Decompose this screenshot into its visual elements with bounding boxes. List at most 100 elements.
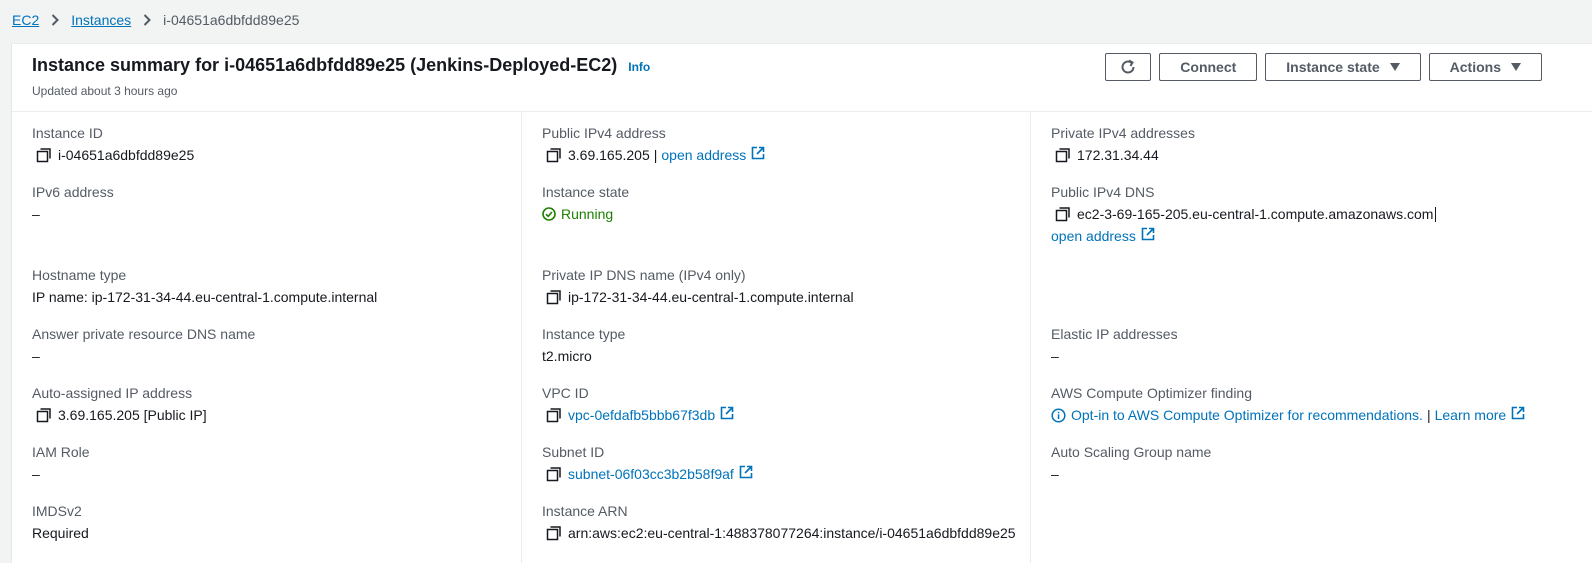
iam-role-value: – [32, 466, 40, 482]
copy-icon[interactable] [36, 407, 52, 423]
info-link[interactable]: Info [628, 60, 650, 74]
connect-button[interactable]: Connect [1159, 53, 1258, 81]
external-link-icon[interactable] [1511, 406, 1525, 424]
open-address-link[interactable]: open address [1051, 227, 1136, 245]
field-private-dns: Private IP DNS name (IPv4 only) ip-172-3… [542, 266, 854, 306]
field-subnet-id: Subnet ID subnet-06f03cc3b2b58f9af [542, 443, 753, 483]
public-ipv4-value: 3.69.165.205 [568, 147, 650, 163]
instance-id-value: i-04651a6dbfdd89e25 [58, 147, 195, 163]
auto-ip-value: 3.69.165.205 [Public IP] [58, 407, 207, 423]
page-title-text: Instance summary for i-04651a6dbfdd89e25… [32, 55, 618, 75]
ipv6-value: – [32, 206, 40, 222]
copy-icon[interactable] [1055, 206, 1071, 222]
public-dns-value: ec2-3-69-165-205.eu-central-1.compute.am… [1077, 206, 1434, 222]
field-auto-ip: Auto-assigned IP address 3.69.165.205 [P… [32, 384, 207, 424]
auto-scaling-group-value: – [1051, 466, 1059, 482]
external-link-icon[interactable] [739, 465, 753, 483]
details-grid: Instance ID i-04651a6dbfdd89e25 IPv6 add… [12, 112, 1592, 563]
open-address-link[interactable]: open address [661, 146, 746, 164]
field-label: Instance type [542, 326, 626, 342]
vpc-id-link[interactable]: vpc-0efdafb5bbb67f3db [568, 406, 715, 424]
text-cursor [1435, 206, 1437, 222]
compute-optimizer-optin-link[interactable]: Opt-in to AWS Compute Optimizer for reco… [1071, 406, 1423, 424]
external-link-icon[interactable] [1141, 227, 1155, 245]
private-dns-value: ip-172-31-34-44.eu-central-1.compute.int… [568, 289, 854, 305]
field-compute-optimizer: AWS Compute Optimizer finding Opt-in to … [1051, 384, 1525, 424]
breadcrumb: EC2 Instances i-04651a6dbfdd89e25 [0, 0, 1592, 40]
details-column-1: Instance ID i-04651a6dbfdd89e25 IPv6 add… [12, 112, 521, 563]
copy-icon[interactable] [1055, 147, 1071, 163]
field-hostname-type: Hostname type IP name: ip-172-31-34-44.e… [32, 266, 377, 306]
field-label: Answer private resource DNS name [32, 326, 256, 342]
actions-label: Actions [1449, 59, 1501, 75]
field-label: Private IPv4 addresses [1051, 125, 1195, 141]
chevron-right-icon [143, 14, 152, 26]
instance-state-dropdown[interactable]: Instance state [1265, 53, 1421, 81]
imdsv2-value: Required [32, 525, 89, 541]
field-label: Subnet ID [542, 444, 605, 460]
separator: | [1426, 407, 1431, 423]
actions-dropdown[interactable]: Actions [1428, 53, 1542, 81]
field-label: Instance state [542, 184, 630, 200]
field-label: IPv6 address [32, 184, 114, 200]
external-link-icon[interactable] [720, 406, 734, 424]
field-public-ipv4: Public IPv4 address 3.69.165.205 | open … [542, 124, 765, 164]
copy-icon[interactable] [546, 466, 562, 482]
instance-state-label: Instance state [1286, 59, 1380, 75]
private-ipv4-value: 172.31.34.44 [1077, 147, 1159, 163]
caret-down-icon [1389, 63, 1400, 71]
details-column-3: Private IPv4 addresses 172.31.34.44 Publ… [1030, 112, 1539, 563]
panel-header: Instance summary for i-04651a6dbfdd89e25… [12, 44, 1592, 112]
check-circle-icon [542, 207, 556, 221]
breadcrumb-ec2-link[interactable]: EC2 [12, 12, 39, 28]
field-label: Hostname type [32, 267, 127, 283]
chevron-right-icon [51, 14, 60, 26]
answer-dns-value: – [32, 348, 40, 364]
connect-label: Connect [1180, 59, 1237, 75]
field-label: Private IP DNS name (IPv4 only) [542, 267, 746, 283]
field-instance-state: Instance state Running [542, 183, 629, 223]
refresh-icon [1121, 59, 1135, 74]
field-vpc-id: VPC ID vpc-0efdafb5bbb67f3db [542, 384, 734, 424]
header-actions: Connect Instance state Actions [1105, 53, 1542, 81]
field-answer-dns: Answer private resource DNS name – [32, 325, 255, 365]
field-label: Auto-assigned IP address [32, 385, 193, 401]
refresh-button[interactable] [1105, 53, 1152, 81]
field-label: IMDSv2 [32, 503, 82, 519]
instance-summary-panel: Instance summary for i-04651a6dbfdd89e25… [12, 43, 1592, 563]
elastic-ip-value: – [1051, 348, 1059, 364]
field-iam-role: IAM Role – [32, 443, 90, 483]
copy-icon[interactable] [546, 289, 562, 305]
info-circle-icon [1051, 407, 1066, 423]
separator: | [653, 147, 658, 163]
field-instance-id: Instance ID i-04651a6dbfdd89e25 [32, 124, 194, 164]
instance-type-value: t2.micro [542, 348, 592, 364]
learn-more-link[interactable]: Learn more [1435, 406, 1507, 424]
field-label: AWS Compute Optimizer finding [1051, 385, 1252, 401]
field-label: Public IPv4 address [542, 125, 666, 141]
field-label: Public IPv4 DNS [1051, 184, 1155, 200]
field-label: Elastic IP addresses [1051, 326, 1178, 342]
copy-icon[interactable] [36, 147, 52, 163]
copy-icon[interactable] [546, 147, 562, 163]
field-public-dns: Public IPv4 DNS ec2-3-69-165-205.eu-cent… [1051, 183, 1437, 245]
caret-down-icon [1511, 63, 1521, 71]
instance-arn-value: arn:aws:ec2:eu-central-1:488378077264:in… [568, 525, 1016, 541]
copy-icon[interactable] [546, 407, 562, 423]
copy-icon[interactable] [546, 525, 562, 541]
field-imdsv2: IMDSv2 Required [32, 502, 89, 542]
field-ipv6: IPv6 address – [32, 183, 114, 223]
page-title: Instance summary for i-04651a6dbfdd89e25… [32, 55, 650, 76]
field-label: Instance ID [32, 125, 103, 141]
field-instance-type: Instance type t2.micro [542, 325, 625, 365]
hostname-type-value: IP name: ip-172-31-34-44.eu-central-1.co… [32, 289, 378, 305]
breadcrumb-current: i-04651a6dbfdd89e25 [163, 12, 300, 28]
external-link-icon[interactable] [751, 146, 765, 164]
updated-timestamp: Updated about 3 hours ago [32, 84, 178, 98]
field-label: IAM Role [32, 444, 90, 460]
breadcrumb-instances-link[interactable]: Instances [71, 12, 131, 28]
status-badge: Running [542, 205, 629, 223]
details-column-2: Public IPv4 address 3.69.165.205 | open … [521, 112, 1030, 563]
subnet-id-link[interactable]: subnet-06f03cc3b2b58f9af [568, 465, 734, 483]
field-label: Auto Scaling Group name [1051, 444, 1212, 460]
